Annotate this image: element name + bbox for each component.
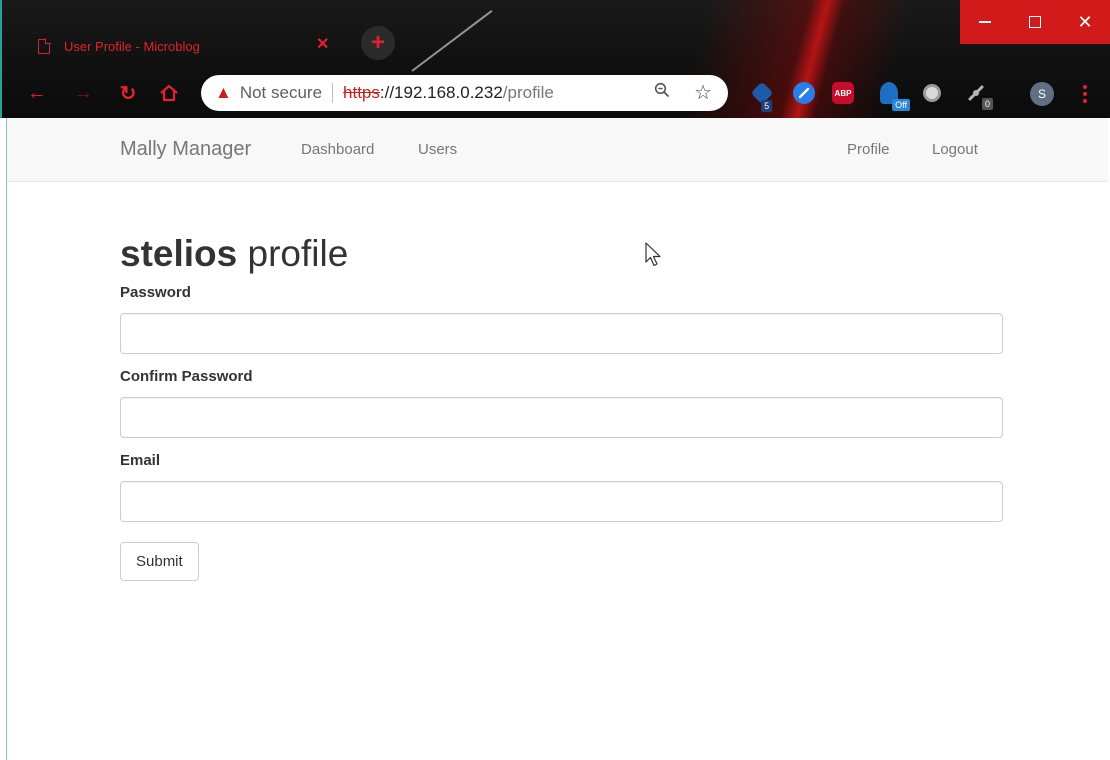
home-button[interactable] — [156, 80, 182, 106]
bookmark-star-icon[interactable]: ☆ — [694, 80, 712, 105]
warning-icon: ▲ — [215, 83, 232, 102]
extension-2-icon[interactable] — [793, 82, 815, 104]
browser-toolbar: ← → ↻ ▲ Not secure https://192.168.0.232… — [2, 72, 1110, 116]
email-input[interactable] — [120, 480, 1003, 522]
browser-chrome: User Profile - Microblog ✕ + ✕ ← → ↻ ▲ N… — [0, 0, 1110, 118]
minimize-icon — [979, 21, 991, 23]
zoom-icon[interactable] — [654, 82, 670, 103]
tab-title: User Profile - Microblog — [64, 38, 200, 54]
address-separator — [332, 83, 334, 103]
adblock-plus-icon[interactable]: ABP — [832, 82, 854, 104]
window-controls: ✕ — [960, 0, 1110, 44]
nav-link-logout[interactable]: Logout — [932, 141, 978, 158]
confirm-password-field-group: Confirm Password — [120, 368, 1004, 438]
browser-menu-button[interactable] — [1080, 82, 1090, 106]
back-button[interactable]: ← — [24, 80, 50, 106]
address-bar[interactable]: ▲ Not secure https://192.168.0.232/profi… — [201, 75, 728, 111]
extension-4-icon[interactable]: Off — [880, 82, 910, 111]
nav-link-profile[interactable]: Profile — [847, 141, 890, 158]
minimize-button[interactable] — [960, 0, 1010, 44]
menu-dot — [1083, 99, 1087, 103]
back-arrow-icon: ← — [27, 81, 47, 104]
maximize-icon — [1029, 16, 1041, 28]
close-tab-icon[interactable]: ✕ — [316, 37, 329, 53]
close-icon: ✕ — [1077, 11, 1093, 32]
extension-6-icon[interactable]: 0 — [965, 82, 993, 110]
submit-button[interactable]: Submit — [120, 541, 199, 581]
site-navbar: Mally Manager Dashboard Users Profile Lo… — [7, 118, 1108, 182]
nav-link-dashboard[interactable]: Dashboard — [301, 141, 374, 158]
profile-form: Password Confirm Password Email Submit — [120, 284, 1004, 581]
confirm-password-label: Confirm Password — [120, 367, 253, 385]
password-field-group: Password — [120, 284, 1004, 354]
url-host: ://192.168.0.232 — [379, 83, 503, 102]
extension-4-badge: Off — [892, 99, 910, 111]
close-window-button[interactable]: ✕ — [1060, 0, 1110, 44]
menu-dot — [1083, 85, 1087, 89]
reload-icon: ↻ — [119, 82, 137, 105]
nav-link-users[interactable]: Users — [418, 141, 457, 158]
password-label: Password — [120, 283, 191, 301]
new-tab-button[interactable]: + — [361, 26, 395, 60]
profile-content: stelios profile Password Confirm Passwor… — [120, 182, 1004, 581]
browser-tab[interactable]: User Profile - Microblog ✕ — [24, 26, 354, 66]
menu-dot — [1083, 92, 1087, 96]
home-icon — [160, 84, 178, 102]
reload-button[interactable]: ↻ — [115, 80, 141, 106]
page-title-suffix: profile — [247, 233, 349, 274]
brand-link[interactable]: Mally Manager — [120, 138, 251, 161]
extension-1-badge: 5 — [761, 100, 773, 113]
extension-6-badge: 0 — [981, 98, 993, 110]
password-input[interactable] — [120, 312, 1003, 354]
profile-avatar[interactable]: S — [1030, 82, 1054, 106]
page-title: stelios profile — [120, 233, 1004, 275]
extension-1-icon[interactable]: 5 — [750, 81, 774, 113]
security-label: Not secure — [239, 83, 323, 102]
confirm-password-input[interactable] — [120, 396, 1003, 438]
document-icon — [38, 37, 51, 54]
forward-button[interactable]: → — [70, 80, 96, 106]
forward-arrow-icon: → — [73, 81, 93, 104]
theme-decoration — [411, 10, 493, 72]
extension-5-icon[interactable] — [923, 84, 941, 102]
page-title-username: stelios — [120, 233, 238, 274]
web-page: Mally Manager Dashboard Users Profile Lo… — [6, 118, 1108, 760]
mouse-cursor-icon — [645, 242, 661, 267]
email-field-group: Email — [120, 452, 1004, 522]
url-path: /profile — [502, 83, 554, 102]
email-label: Email — [120, 451, 161, 469]
maximize-button[interactable] — [1010, 0, 1060, 44]
url-scheme: https — [343, 83, 380, 102]
